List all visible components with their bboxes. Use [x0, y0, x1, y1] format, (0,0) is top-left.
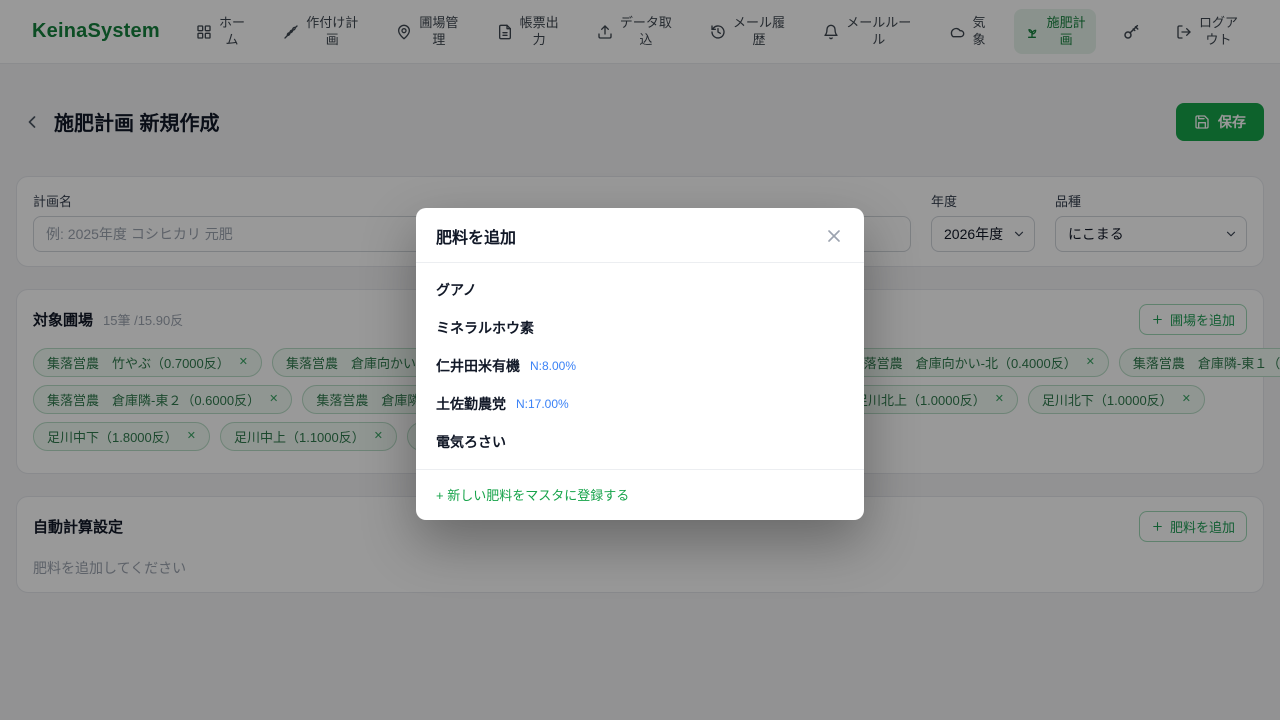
modal-footer: + 新しい肥料をマスタに登録する — [416, 469, 864, 520]
fertilizer-option[interactable]: 電気ろさい — [416, 423, 864, 461]
fertilizer-name: グアノ — [436, 280, 477, 300]
register-new-fertilizer-link[interactable]: + 新しい肥料をマスタに登録する — [436, 488, 629, 503]
fertilizer-name: 土佐勤農党 — [436, 394, 506, 414]
fertilizer-name: ミネラルホウ素 — [436, 318, 534, 338]
fertilizer-option[interactable]: ミネラルホウ素 — [416, 309, 864, 347]
fertilizer-option[interactable]: グアノ — [416, 271, 864, 309]
fertilizer-list: グアノ ミネラルホウ素 仁井田米有機 N:8.00% 土佐勤農党 N:17.00… — [416, 263, 864, 469]
fertilizer-n-value: N:17.00% — [516, 397, 569, 411]
add-fertilizer-modal: 肥料を追加 グアノ ミネラルホウ素 仁井田米有機 N:8.00% 土佐勤農党 N… — [416, 208, 864, 520]
fertilizer-name: 電気ろさい — [436, 432, 506, 452]
close-icon[interactable] — [824, 226, 844, 246]
fertilizer-option[interactable]: 仁井田米有機 N:8.00% — [416, 347, 864, 385]
fertilizer-name: 仁井田米有機 — [436, 356, 520, 376]
modal-header: 肥料を追加 — [416, 208, 864, 263]
fertilizer-option[interactable]: 土佐勤農党 N:17.00% — [416, 385, 864, 423]
fertilizer-n-value: N:8.00% — [530, 359, 576, 373]
modal-title: 肥料を追加 — [436, 224, 516, 248]
